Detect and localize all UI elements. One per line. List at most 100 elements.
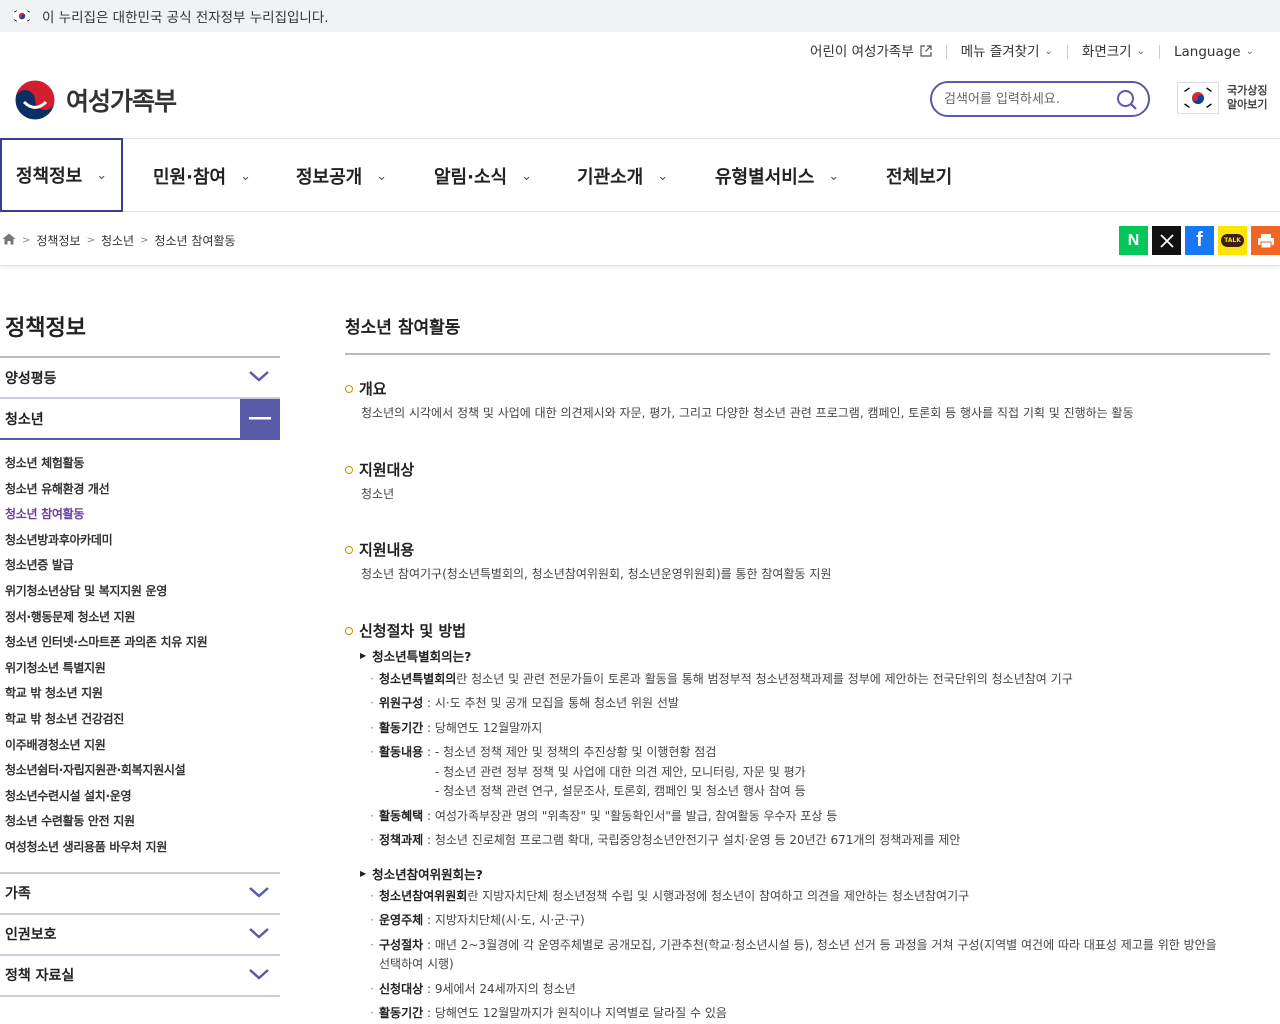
menu-favorites-button[interactable]: 메뉴 즐겨찾기 ⌄ [945,45,1067,59]
list-item: · 활동기간 : 당해연도 12월말까지가 원칙이나 지역별로 달라질 수 있음 [370,1006,727,1020]
list-item-continued: 선택하여 시행) [379,957,454,971]
list-item-continued: - 청소년 관련 정부 정책 및 사업에 대한 의견 제안, 모니터링, 자문 … [435,765,806,779]
triangle-bullet-icon: ▶ [360,869,367,878]
chevron-right-icon: > [22,235,31,246]
chevron-down-icon: ⌄ [1136,46,1145,57]
side-menu-group-youth[interactable]: 청소년 [0,399,280,440]
breadcrumb-item[interactable]: 청소년 [101,232,134,249]
side-submenu-item[interactable]: 청소년 체험활동 [5,454,280,480]
side-submenu-item[interactable]: 청소년 인터넷·스마트폰 과의존 치유 지원 [5,633,280,659]
gnb-tab-disclosure[interactable]: 정보공개 ⌄ [296,139,387,213]
list-item: · 운영주체 : 지방자치단체(시·도, 시·군·구) [370,913,585,927]
facebook-share-button[interactable]: f [1185,226,1214,255]
utility-links: 어린이 여성가족부 메뉴 즐겨찾기 ⌄ 화면크기 ⌄ Language ⌄ [796,40,1268,64]
chevron-down-icon [248,885,270,903]
section-text-content: 청소년 참여기구(청소년특별회의, 청소년참여위원회, 청소년운영위원회)를 통… [361,567,832,581]
side-submenu-item[interactable]: 청소년방과후아카데미 [5,531,280,557]
breadcrumb-item-current: 청소년 참여활동 [154,234,236,248]
x-logo-icon [1159,233,1174,248]
page-title: 청소년 참여활동 [345,318,461,338]
main-navigation: 정책정보 ⌄ 민원·참여 ⌄ 정보공개 ⌄ 알림·소식 ⌄ 기관소개 ⌄ 유형별서비스 ⌄ … [0,138,1280,212]
list-item: · 활동내용 : - 청소년 정책 제안 및 정책의 추진상황 및 이행현황 점검 [370,745,717,759]
title-divider [345,353,1270,355]
circle-bullet-icon [345,384,353,393]
gnb-tab-policy[interactable]: 정책정보 ⌄ [0,138,123,212]
circle-bullet-icon [345,626,353,635]
search-box [930,81,1150,117]
korea-flag-icon [11,8,33,24]
gnb-tab-services[interactable]: 유형별서비스 ⌄ [715,139,839,213]
gnb-tab-news[interactable]: 알림·소식 ⌄ [434,139,532,213]
chevron-down-icon: ⌄ [828,168,840,184]
side-submenu-item[interactable]: 이주배경청소년 지원 [5,736,280,762]
external-link-icon [920,44,932,60]
chevron-down-icon [248,369,270,387]
chevron-down-icon: ⌄ [240,168,251,184]
language-button[interactable]: Language ⌄ [1158,45,1268,59]
kakao-share-button[interactable]: TALK [1218,226,1247,255]
breadcrumb-bar: > 정책정보 > 청소년 > 청소년 참여활동 N f TALK [0,212,1280,266]
naver-share-button[interactable]: N [1119,226,1148,255]
kids-site-link[interactable]: 어린이 여성가족부 [796,44,946,60]
triangle-bullet-icon: ▶ [360,651,367,660]
chevron-right-icon: > [86,235,95,246]
side-submenu-item[interactable]: 정서·행동문제 청소년 지원 [5,608,280,634]
subheading-special-council: ▶ 청소년특별회의는? [360,649,472,664]
font-size-button[interactable]: 화면크기 ⌄ [1066,45,1159,59]
chevron-down-icon: ⌄ [376,168,388,184]
side-menu-group-family[interactable]: 가족 [0,874,280,915]
gnb-tab-civil[interactable]: 민원·참여 ⌄ [153,139,251,213]
gnb-tab-about[interactable]: 기관소개 ⌄ [577,139,668,213]
print-button[interactable] [1251,226,1280,255]
taegeuk-logo-icon [14,79,56,121]
chevron-down-icon [248,967,270,985]
side-submenu-item-active[interactable]: 청소년 참여활동 [5,505,280,531]
side-submenu-item[interactable]: 청소년증 발급 [5,556,280,582]
list-item: · 활동기간 : 당해연도 12월말까지 [370,721,543,735]
chevron-down-icon: ⌄ [1044,46,1053,57]
search-input[interactable] [944,91,1104,107]
side-submenu-item[interactable]: 위기청소년상담 및 복지지원 운영 [5,582,280,608]
section-text-target: 청소년 [361,487,395,501]
site-logo[interactable]: 여성가족부 [12,77,177,123]
side-menu-group-policy-archive[interactable]: 정책 자료실 [0,956,280,997]
logo-text: 여성가족부 [66,87,177,116]
breadcrumb-item[interactable]: 정책정보 [36,232,80,249]
side-submenu-item[interactable]: 청소년 수련활동 안전 지원 [5,812,280,838]
side-submenu-item[interactable]: 위기청소년 특별지원 [5,659,280,685]
kakao-talk-icon: TALK [1221,234,1244,247]
chevron-right-icon: > [140,235,149,246]
side-submenu-item[interactable]: 청소년 유해환경 개선 [5,480,280,506]
national-symbol-link[interactable]: 국가상징 알아보기 [1177,82,1267,114]
list-item: · 정책과제 : 청소년 진로체험 프로그램 확대, 국립중앙청소년안전기구 설치… [370,833,961,847]
side-menu-group-human-rights[interactable]: 인권보호 [0,915,280,956]
search-icon[interactable] [1116,89,1138,115]
side-menu: 양성평등 청소년 청소년 체험활동 청소년 유해환경 개선 청소년 참여활동 청… [0,356,280,997]
circle-bullet-icon [345,545,353,554]
side-menu-group-gender-equality[interactable]: 양성평등 [0,358,280,399]
side-submenu-item[interactable]: 학교 밖 청소년 지원 [5,684,280,710]
side-submenu-item[interactable]: 청소년쉼터·자립지원관·회복지원시설 [5,761,280,787]
side-submenu-item[interactable]: 청소년수련시설 설치·운영 [5,787,280,813]
gov-banner-text: 이 누리집은 대한민국 공식 전자정부 누리집입니다. [42,10,329,26]
side-submenu-item[interactable]: 여성청소년 생리용품 바우처 지원 [5,838,280,864]
section-heading-target: 지원대상 [345,459,414,480]
x-share-button[interactable] [1152,226,1181,255]
section-heading-content: 지원내용 [345,539,414,560]
list-item: · 활동혜택 : 여성가족부장관 명의 "위촉장" 및 "활동확인서"를 발급, … [370,809,838,823]
list-item: · 구성절차 : 매년 2~3월경에 각 운영주체별로 공개모집, 기관추천(학교… [370,938,1217,952]
home-icon[interactable] [2,233,16,248]
gnb-tab-sitemap[interactable]: 전체보기 [886,139,952,213]
korea-flag-icon [1177,82,1219,114]
list-item-continued: - 청소년 정책 관련 연구, 설문조사, 토론회, 캠페인 및 청소년 행사 … [435,784,806,798]
breadcrumb: > 정책정보 > 청소년 > 청소년 참여활동 [2,232,236,249]
chevron-down-icon [248,926,270,944]
list-item: · 위원구성 : 시·도 추천 및 공개 모집을 통해 청소년 위원 선발 [370,696,679,710]
chevron-down-icon: ⌄ [96,167,108,183]
print-icon [1257,233,1274,248]
collapse-icon[interactable] [240,399,280,439]
list-item: · 청소년참여위원회란 지방자치단체 청소년정책 수립 및 시행과정에 청소년이 … [370,889,970,903]
side-submenu-item[interactable]: 학교 밖 청소년 건강검진 [5,710,280,736]
side-submenu-youth: 청소년 체험활동 청소년 유해환경 개선 청소년 참여활동 청소년방과후아카데미… [0,440,280,874]
subheading-participation-committee: ▶ 청소년참여위원회는? [360,867,483,882]
